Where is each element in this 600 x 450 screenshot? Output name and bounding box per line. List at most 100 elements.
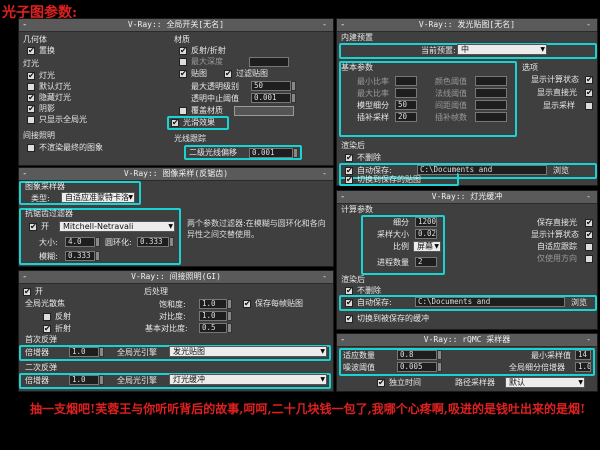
reflect-refract-checkbox[interactable] <box>179 46 187 55</box>
rollout-title-light-cache[interactable]: - V-Ray:: 灯光缓冲 - <box>337 191 597 204</box>
aa-filter-select[interactable]: Mitchell-Netravali <box>59 221 175 232</box>
model-subdivs-label: 模型细分 <box>357 101 389 110</box>
browse-button[interactable]: 浏览 <box>553 166 569 176</box>
default-lights-checkbox[interactable] <box>27 83 35 91</box>
subdivs-input[interactable]: 1200 <box>415 217 437 227</box>
interp-samples-input[interactable]: 20 <box>395 112 417 122</box>
aa-group-label: 抗锯齿过滤器 <box>25 209 73 218</box>
sampler-type-select[interactable]: 自适应准蒙特卡洛 <box>61 192 135 203</box>
lights-checkbox[interactable] <box>27 71 35 80</box>
maps-checkbox[interactable] <box>179 69 187 78</box>
rollout-title-gi[interactable]: - V-Ray:: 间接照明(GI) - <box>19 271 333 284</box>
size-input[interactable]: 4.0 <box>65 237 95 247</box>
passes-input[interactable]: 2 <box>415 257 437 267</box>
nrm-thresh-input[interactable] <box>475 88 507 98</box>
primary-mult-spinner[interactable] <box>99 347 104 357</box>
dont-render-final-checkbox[interactable] <box>27 144 35 152</box>
lc-auto-save-checkbox[interactable] <box>345 298 353 307</box>
blur-spinner[interactable] <box>95 251 100 261</box>
show-samples-checkbox[interactable] <box>585 102 593 110</box>
min-rate-input[interactable] <box>395 76 417 86</box>
size-spinner[interactable] <box>95 237 100 247</box>
max-rate-input[interactable] <box>395 88 417 98</box>
rollout-title-image-sampler[interactable]: - V-Ray:: 图像采样(反锯齿) - <box>19 168 333 181</box>
ring-spinner[interactable] <box>169 237 174 247</box>
show-gi-only-checkbox[interactable] <box>27 116 35 124</box>
store-direct-checkbox[interactable] <box>585 218 593 227</box>
secondary-mult-spinner[interactable] <box>99 375 104 385</box>
max-transp-label: 最大透明级别 <box>191 82 239 91</box>
max-transp-input[interactable]: 50 <box>251 81 291 91</box>
save-maps-checkbox[interactable] <box>243 299 251 308</box>
contrast-base-spinner[interactable] <box>227 323 232 333</box>
dont-delete-label: 不删除 <box>357 153 381 162</box>
max-depth-checkbox[interactable] <box>179 58 187 66</box>
shadows-label: 阴影 <box>39 104 55 113</box>
noise-thresh-input[interactable]: 0.005 <box>397 362 437 372</box>
refractive-caustics-checkbox[interactable] <box>43 324 51 333</box>
min-samples-input[interactable]: 14 <box>575 350 591 360</box>
rollout-title-rqmc[interactable]: - V-Ray:: rQMC 采样器 - <box>337 334 597 347</box>
switch-saved-checkbox[interactable] <box>345 175 353 184</box>
transp-cutoff-input[interactable]: 0.001 <box>251 93 291 103</box>
interp-frames-input[interactable] <box>475 112 507 122</box>
dist-thresh-input[interactable] <box>475 100 507 110</box>
saturation-spinner[interactable] <box>227 299 232 309</box>
secondary-bias-input[interactable]: 0.001 <box>249 148 293 158</box>
dont-render-final-label: 不渲染最终的图象 <box>39 143 103 152</box>
displacement-label: 置换 <box>39 46 55 55</box>
shadows-checkbox[interactable] <box>27 104 35 113</box>
transp-cutoff-spinner[interactable] <box>291 93 296 103</box>
gi-panel: -V-Ray:: 间接照明(GI)- 开 全局光散焦 反射 折射 后处理 饱和度… <box>18 270 334 392</box>
hidden-lights-checkbox[interactable] <box>27 93 35 102</box>
aa-on-checkbox[interactable] <box>29 222 37 231</box>
use-camera-checkbox[interactable] <box>585 255 593 263</box>
max-depth-input[interactable] <box>249 57 289 67</box>
noise-thresh-spinner[interactable] <box>437 362 442 372</box>
irradiance-panel: -V-Ray:: 发光贴图[无名]- 内建预置 当前预置: 中 基本参数 最小比… <box>336 18 598 186</box>
saturation-input[interactable]: 1.0 <box>199 299 227 309</box>
contrast-input[interactable]: 1.0 <box>199 311 227 321</box>
contrast-label: 对比度: <box>159 312 186 321</box>
rqmc-panel: - V-Ray:: rQMC 采样器 - 适应数量 0.8 噪波阈值 0.005 最… <box>336 333 598 392</box>
time-indep-checkbox[interactable] <box>377 378 385 387</box>
secondary-bias-spinner[interactable] <box>293 148 298 158</box>
dont-delete-checkbox[interactable] <box>345 153 353 162</box>
contrast-spinner[interactable] <box>227 311 232 321</box>
glossy-checkbox[interactable] <box>171 118 179 127</box>
ring-input[interactable]: 0.333 <box>137 237 169 247</box>
lc-browse-button[interactable]: 浏览 <box>571 298 587 308</box>
gi-on-checkbox[interactable] <box>23 287 31 296</box>
secondary-mult-input[interactable]: 1.0 <box>69 375 99 385</box>
show-calc-checkbox[interactable] <box>585 75 593 84</box>
primary-engine-select[interactable]: 发光贴图 <box>169 346 327 357</box>
lc-dont-delete-checkbox[interactable] <box>345 286 353 295</box>
rollout-title-irradiance[interactable]: - V-Ray:: 发光贴图[无名] - <box>337 19 597 32</box>
lc-auto-save-path-input[interactable]: C:\Documents and <box>415 297 565 307</box>
primary-mult-input[interactable]: 1.0 <box>69 347 99 357</box>
path-sampler-select[interactable]: 默认 <box>505 377 585 388</box>
override-mtl-checkbox[interactable] <box>179 107 187 115</box>
global-subdivs-input[interactable]: 1.0 <box>575 362 591 372</box>
blur-input[interactable]: 0.333 <box>65 251 95 261</box>
lc-switch-saved-checkbox[interactable] <box>345 314 353 323</box>
reflective-caustics-checkbox[interactable] <box>43 313 51 321</box>
filter-maps-checkbox[interactable] <box>224 69 232 78</box>
current-preset-select[interactable]: 中 <box>457 44 547 55</box>
sample-size-input[interactable]: 0.02 <box>415 229 437 239</box>
rollout-title-global-switches[interactable]: - V-Ray:: 全局开关[无名] - <box>19 19 333 32</box>
max-transp-spinner[interactable] <box>291 81 296 91</box>
scale-select[interactable]: 屏幕 <box>413 241 441 252</box>
model-subdivs-input[interactable]: 50 <box>395 100 417 110</box>
adaptive-checkbox[interactable] <box>585 243 593 251</box>
contrast-base-input[interactable]: 0.5 <box>199 323 227 333</box>
secondary-engine-select[interactable]: 灯光缓冲 <box>169 374 327 385</box>
override-mtl-button[interactable] <box>234 106 294 116</box>
displacement-checkbox[interactable] <box>27 46 35 55</box>
adaptive-amount-input[interactable]: 0.8 <box>397 350 437 360</box>
clr-thresh-input[interactable] <box>475 76 507 86</box>
show-direct-checkbox[interactable] <box>585 88 593 97</box>
lights-label: 灯光 <box>39 71 55 80</box>
adaptive-amount-spinner[interactable] <box>437 350 442 360</box>
lc-show-calc-checkbox[interactable] <box>585 230 593 239</box>
